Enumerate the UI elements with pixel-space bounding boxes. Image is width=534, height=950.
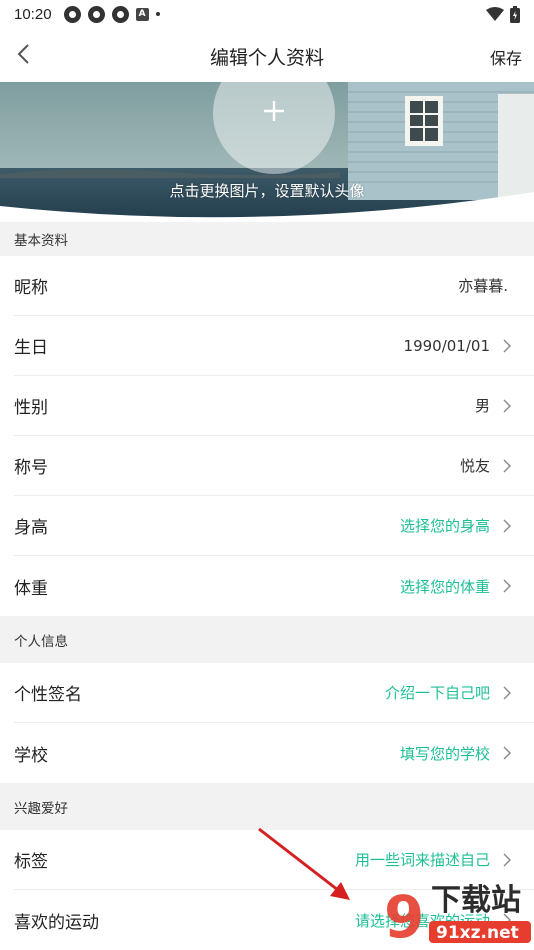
chevron-right-icon: [503, 686, 511, 699]
header-bar: 编辑个人资料 保存: [0, 28, 534, 82]
gender-value: 男: [474, 397, 490, 415]
banner-caption: 点击更换图片，设置默认头像: [169, 182, 365, 200]
section-interests: 兴趣爱好: [0, 783, 534, 830]
notification-icons: A: [63, 5, 160, 23]
app-notification-icon: [111, 5, 129, 23]
watermark-numeral: 9: [384, 883, 424, 950]
row-label: 学校: [14, 745, 48, 766]
watermark-domain: 91xz.net: [436, 923, 519, 943]
school-value: 填写您的学校: [399, 744, 490, 763]
row-title[interactable]: 称号 悦友: [14, 436, 534, 496]
row-height[interactable]: 身高 选择您的身高: [14, 496, 534, 556]
signature-value: 介绍一下自己吧: [384, 684, 490, 702]
row-school[interactable]: 学校 填写您的学校: [14, 723, 534, 783]
row-signature[interactable]: 个性签名 介绍一下自己吧: [14, 663, 534, 723]
plus-icon: [264, 101, 284, 121]
chevron-right-icon: [503, 579, 511, 593]
row-weight[interactable]: 体重 选择您的体重: [14, 556, 534, 616]
row-nickname[interactable]: 昵称 亦暮暮.: [14, 256, 534, 316]
site-watermark-logo: 9 下载站 91xz.net: [384, 883, 531, 950]
birthday-value: 1990/01/01: [403, 336, 490, 355]
row-label: 生日: [14, 338, 48, 358]
save-button[interactable]: 保存: [490, 45, 522, 69]
page-title: 编辑个人资料: [209, 47, 324, 69]
tags-value: 用一些词来描述自己: [354, 851, 490, 869]
more-notifications-icon: [155, 12, 160, 16]
nickname-value: 亦暮暮.: [458, 277, 508, 295]
personal-info-list: 个性签名 介绍一下自己吧 学校 填写您的学校: [0, 663, 534, 783]
basic-info-list: 昵称 亦暮暮. 生日 1990/01/01 性别 男 称号 悦友 身高 选择您的…: [0, 256, 534, 616]
row-label: 身高: [14, 518, 48, 538]
chevron-right-icon: [503, 339, 511, 352]
row-label: 称号: [14, 458, 48, 478]
chevron-right-icon: [503, 519, 511, 532]
section-basic-info: 基本资料: [0, 222, 534, 256]
section-personal-info: 个人信息: [0, 616, 534, 663]
annotation-arrow-icon: [258, 827, 350, 900]
height-value: 选择您的身高: [399, 517, 490, 535]
chevron-right-icon: [503, 459, 511, 472]
weight-value: 选择您的体重: [399, 577, 490, 596]
row-label: 体重: [14, 578, 48, 599]
wifi-icon: [486, 7, 504, 21]
app-notification-icon: [63, 5, 81, 23]
row-label: 标签: [14, 852, 48, 872]
watermark-brand: 下载站: [431, 883, 521, 918]
row-label: 昵称: [14, 278, 48, 298]
status-time: 10:20: [14, 5, 52, 23]
chevron-right-icon: [503, 746, 511, 760]
chevron-right-icon: [503, 853, 511, 866]
chevron-right-icon: [503, 399, 511, 412]
app-notification-icon: [87, 5, 105, 23]
row-label: 喜欢的运动: [14, 912, 99, 933]
title-value: 悦友: [459, 457, 490, 475]
row-label: 性别: [14, 398, 48, 418]
battery-icon: [510, 5, 520, 23]
row-birthday[interactable]: 生日 1990/01/01: [14, 316, 534, 376]
cover-banner[interactable]: 点击更换图片，设置默认头像: [0, 82, 534, 222]
row-label: 个性签名: [14, 685, 82, 705]
a-notification-icon: A: [135, 7, 149, 21]
status-bar: 10:20 A: [0, 0, 534, 28]
row-gender[interactable]: 性别 男: [14, 376, 534, 436]
